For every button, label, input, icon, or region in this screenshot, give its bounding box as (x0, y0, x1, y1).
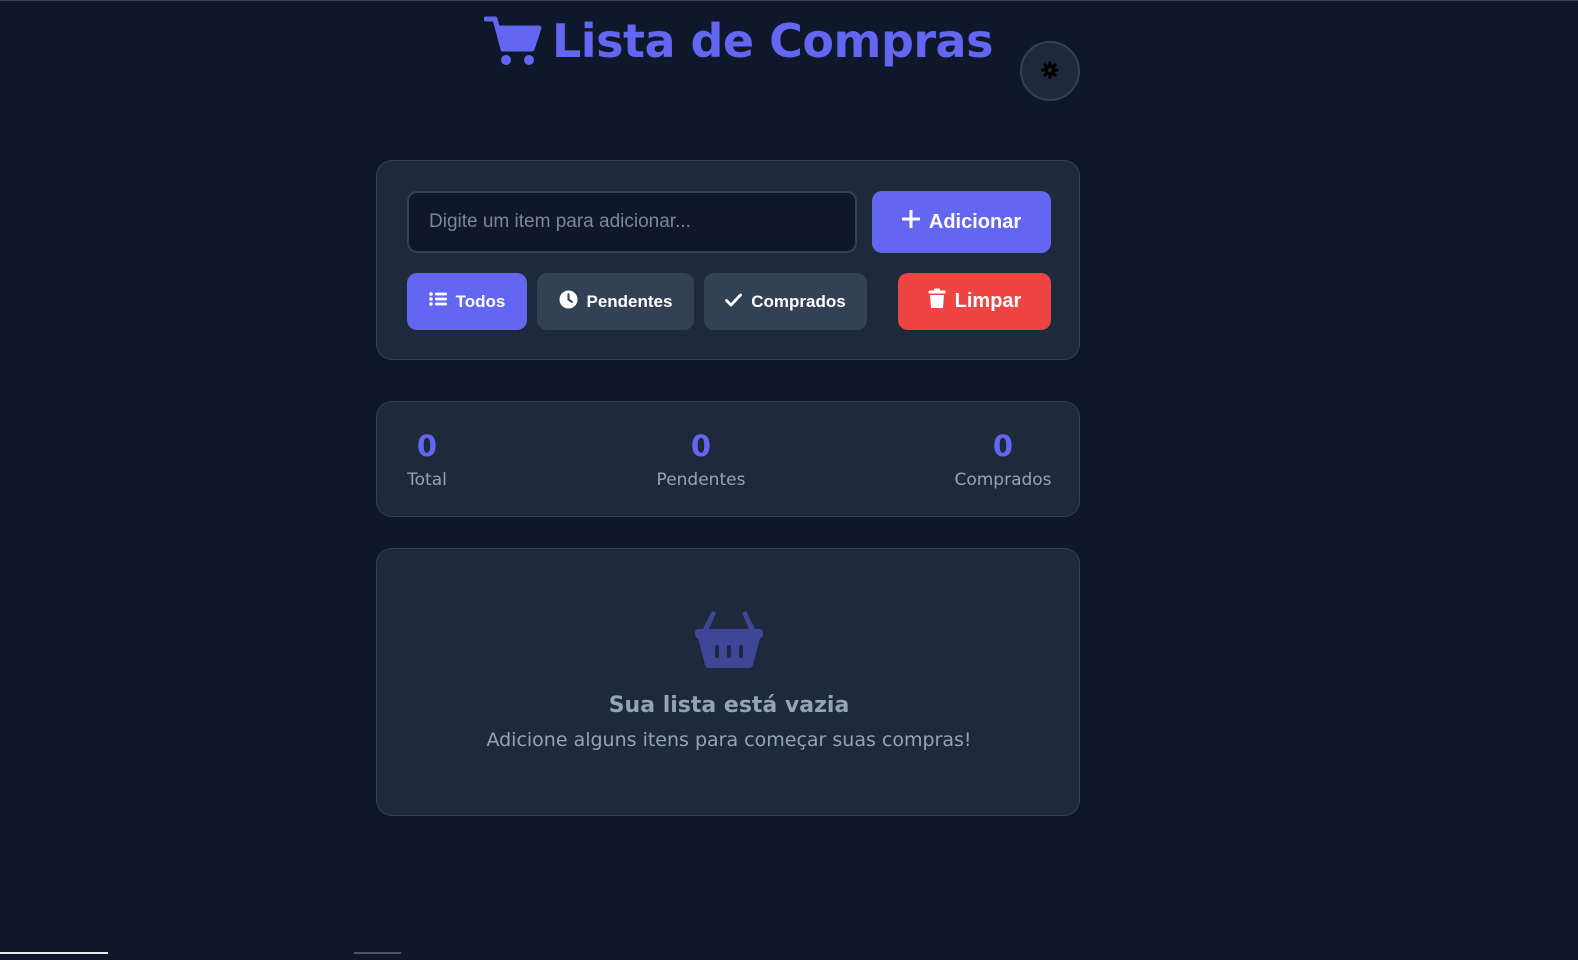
taskbar-indicator (0, 952, 108, 954)
stat-bought: 0 Comprados (954, 426, 1052, 490)
theme-toggle-button[interactable] (1020, 41, 1080, 101)
stat-pending-label: Pendentes (656, 470, 746, 490)
clear-button-label: Limpar (954, 290, 1022, 312)
filter-bought-button[interactable]: Comprados (704, 273, 867, 330)
clock-icon (558, 289, 578, 314)
filter-all-label: Todos (455, 291, 506, 311)
page: Lista de Compras Digite um item para adi… (0, 0, 1578, 960)
basket-icon (695, 607, 763, 674)
stat-total-label: Total (407, 470, 447, 490)
stat-pending-value: 0 (690, 429, 712, 463)
stats-card: 0 Total 0 Pendentes 0 Comprados (376, 401, 1080, 517)
clear-button[interactable]: Limpar (898, 273, 1051, 330)
stat-bought-label: Comprados (954, 470, 1052, 490)
stat-total: 0 Total (407, 426, 447, 490)
page-header: Lista de Compras (484, 14, 993, 68)
empty-state-title: Sua lista está vazia (608, 693, 850, 718)
add-button[interactable]: Adicionar (872, 191, 1051, 253)
check-icon (725, 292, 743, 312)
stat-bought-value: 0 (992, 429, 1014, 463)
taskbar-indicator-secondary (354, 952, 401, 954)
trash-icon (928, 288, 946, 315)
shopping-cart-icon (484, 15, 542, 67)
add-item-card: Adicionar Todos Pendentes (376, 160, 1080, 360)
page-title: Lista de Compras (552, 14, 993, 68)
stat-total-value: 0 (416, 429, 438, 463)
filter-pending-button[interactable]: Pendentes (537, 273, 694, 330)
gear-icon (1041, 61, 1059, 82)
empty-state-subtitle: Adicione alguns itens para começar suas … (486, 729, 972, 751)
empty-state-card: Sua lista está vazia Adicione alguns ite… (376, 548, 1080, 816)
add-button-label: Adicionar (928, 210, 1022, 233)
stat-pending: 0 Pendentes (656, 426, 746, 490)
list-icon (428, 291, 447, 312)
top-border (0, 0, 1578, 1)
filter-pending-label: Pendentes (586, 291, 673, 311)
filter-bought-label: Comprados (751, 291, 846, 311)
item-input[interactable] (407, 191, 857, 253)
filter-all-button[interactable]: Todos (407, 273, 527, 330)
plus-icon (901, 209, 921, 234)
